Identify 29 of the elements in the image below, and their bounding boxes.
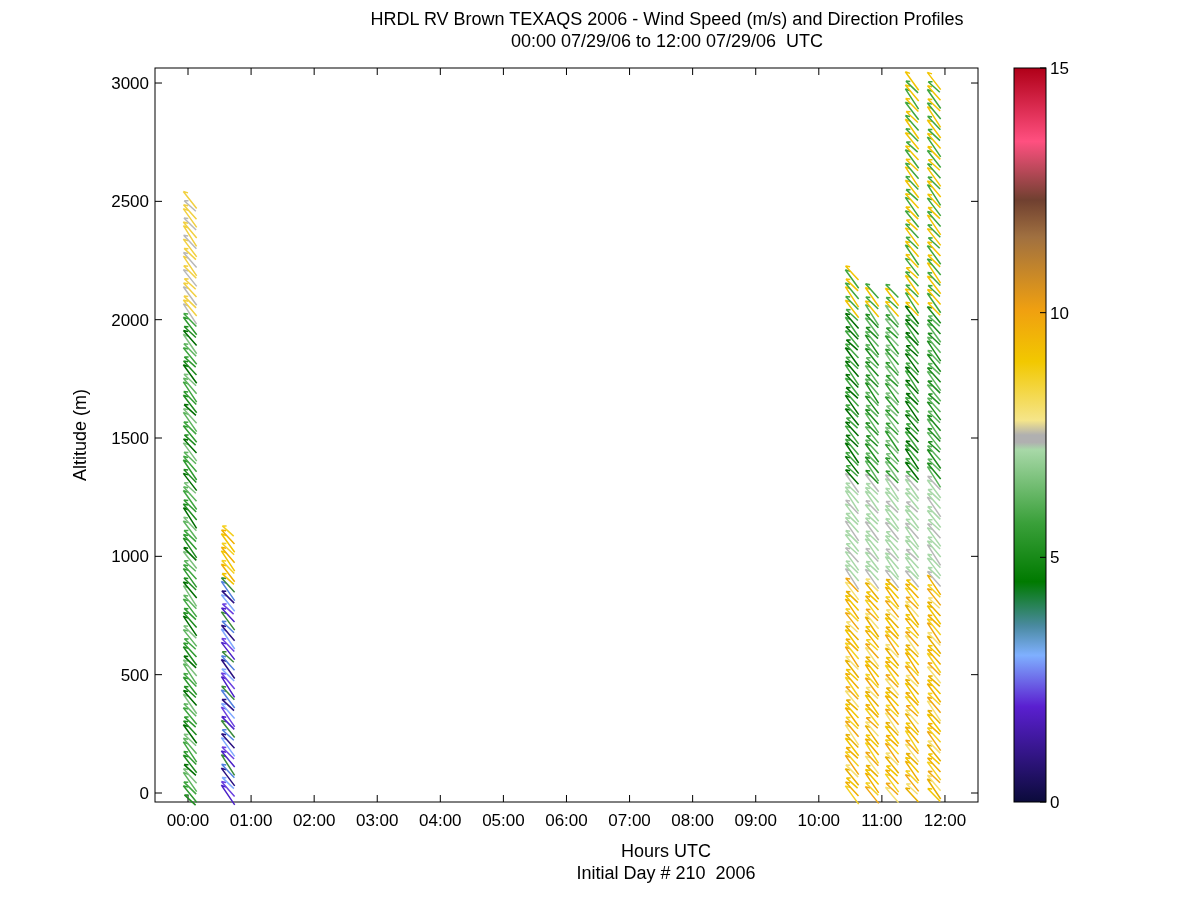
y-tick-label: 500 [120, 665, 149, 685]
y-tick-label: 3000 [111, 74, 149, 93]
x-tick-label: 04:00 [419, 811, 462, 830]
x-tick-label: 03:00 [355, 811, 399, 830]
y-axis-label: Altitude (m) [70, 389, 90, 481]
colorbar-tick-label: 0 [1050, 793, 1060, 812]
chart-subtitle: 00:00 07/29/06 to 12:00 07/29/06 UTC [510, 30, 824, 52]
y-tick-label: 1000 [111, 547, 149, 567]
colorbar-tick-label: 5 [1050, 548, 1060, 568]
chart-title: HRDL RV Brown TEXAQS 2006 - Wind Speed (m/s) and Direction Profiles [370, 8, 964, 30]
y-tick-label: 1500 [111, 429, 149, 448]
x-tick-label: 07:00 [608, 811, 651, 830]
x-tick-label: 09:00 [734, 811, 777, 830]
x-tick-label: 05:00 [482, 811, 525, 830]
y-tick-label: 2500 [111, 192, 149, 212]
x-tick-label: 00:00 [166, 811, 210, 830]
x-tick-label: 08:00 [671, 811, 714, 830]
colorbar-tick-label: 10 [1050, 303, 1069, 323]
colorbar-tick-label: 15 [1050, 60, 1069, 78]
x-tick-label: 01:00 [229, 811, 273, 830]
x-axis-label: Hours UTC [621, 840, 711, 862]
y-tick-label: 2000 [111, 310, 149, 330]
x-tick-label: 10:00 [797, 811, 841, 830]
x-tick-label: 02:00 [292, 811, 336, 830]
x-tick-label: 12:00 [923, 811, 967, 830]
x-tick-label: 11:00 [861, 811, 903, 830]
y-tick-label: 0 [139, 784, 149, 803]
x-tick-label: 06:00 [545, 811, 588, 830]
footer-text: Initial Day # 210 2006 [576, 862, 756, 884]
